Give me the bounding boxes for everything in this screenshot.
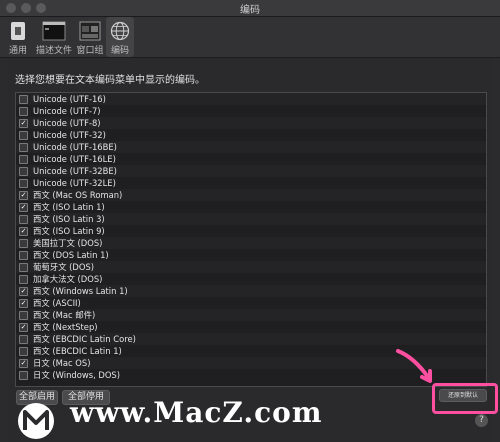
tab-window-groups[interactable]: 窗口组 bbox=[76, 17, 104, 57]
list-item[interactable]: 葡萄牙文 (DOS) bbox=[16, 261, 486, 273]
list-item[interactable]: Unicode (UTF-32LE) bbox=[16, 177, 486, 189]
encoding-label: Unicode (UTF-8) bbox=[33, 118, 101, 128]
arrow-annotation-icon bbox=[396, 349, 432, 383]
tab-encodings-label: 编码 bbox=[110, 46, 129, 56]
encoding-label: 西文 (EBCDIC Latin Core) bbox=[33, 334, 136, 344]
encoding-label: Unicode (UTF-32) bbox=[33, 130, 106, 140]
encoding-checkbox[interactable]: ✓ bbox=[19, 203, 28, 212]
encoding-checkbox[interactable] bbox=[19, 263, 28, 272]
list-item[interactable]: Unicode (UTF-7) bbox=[16, 105, 486, 117]
encoding-label: 日文 (Windows, DOS) bbox=[33, 370, 121, 380]
encoding-checkbox[interactable]: ✓ bbox=[19, 287, 28, 296]
encoding-label: 西文 (EBCDIC Latin 1) bbox=[33, 346, 122, 356]
encoding-checkbox[interactable] bbox=[19, 311, 28, 320]
list-item[interactable]: Unicode (UTF-16LE) bbox=[16, 153, 486, 165]
encoding-label: 美国拉丁文 (DOS) bbox=[33, 238, 103, 248]
tab-general-label: 通用 bbox=[8, 46, 27, 56]
encoding-checkbox[interactable] bbox=[19, 107, 28, 116]
tab-window-groups-label: 窗口组 bbox=[76, 46, 104, 56]
list-item[interactable]: 美国拉丁文 (DOS) bbox=[16, 237, 486, 249]
encoding-checkbox[interactable]: ✓ bbox=[19, 299, 28, 308]
list-item[interactable]: 西文 (ISO Latin 3) bbox=[16, 213, 486, 225]
encoding-label: 加拿大法文 (DOS) bbox=[33, 274, 103, 284]
encoding-checkbox[interactable] bbox=[19, 131, 28, 140]
encoding-checkbox[interactable] bbox=[19, 167, 28, 176]
encoding-checkbox[interactable] bbox=[19, 143, 28, 152]
encoding-label: 西文 (NextStep) bbox=[33, 322, 98, 332]
globe-icon bbox=[110, 21, 130, 41]
help-button[interactable]: ? bbox=[475, 414, 488, 427]
encoding-checkbox[interactable] bbox=[19, 95, 28, 104]
encoding-label: 日文 (Mac OS) bbox=[33, 358, 91, 368]
encoding-checkbox[interactable]: ✓ bbox=[19, 191, 28, 200]
encoding-label: Unicode (UTF-7) bbox=[33, 106, 101, 116]
encoding-label: Unicode (UTF-16BE) bbox=[33, 142, 117, 152]
encoding-checkbox[interactable] bbox=[19, 335, 28, 344]
encoding-label: 西文 (Mac 邮件) bbox=[33, 310, 96, 320]
list-item[interactable]: ✓ 西文 (ISO Latin 9) bbox=[16, 225, 486, 237]
encoding-checkbox[interactable]: ✓ bbox=[19, 119, 28, 128]
encoding-label: 西文 (ISO Latin 1) bbox=[33, 202, 105, 212]
list-item[interactable]: ✓ 西文 (NextStep) bbox=[16, 321, 486, 333]
encoding-checkbox[interactable] bbox=[19, 371, 28, 380]
encoding-checkbox[interactable] bbox=[19, 179, 28, 188]
encoding-checkbox[interactable] bbox=[19, 215, 28, 224]
tab-profiles[interactable]: 描述文件 bbox=[34, 17, 74, 57]
switch-icon bbox=[11, 22, 25, 40]
encoding-checkbox[interactable]: ✓ bbox=[19, 359, 28, 368]
list-item[interactable]: 加拿大法文 (DOS) bbox=[16, 273, 486, 285]
encoding-label: 西文 (Windows Latin 1) bbox=[33, 286, 128, 296]
list-item[interactable]: 西文 (DOS Latin 1) bbox=[16, 249, 486, 261]
list-item[interactable]: Unicode (UTF-16) bbox=[16, 93, 486, 105]
list-item[interactable]: Unicode (UTF-32) bbox=[16, 129, 486, 141]
encoding-checkbox[interactable] bbox=[19, 275, 28, 284]
encoding-checkbox[interactable]: ✓ bbox=[19, 323, 28, 332]
window-title: 编码 bbox=[240, 5, 260, 16]
encoding-label: 西文 (ISO Latin 3) bbox=[33, 214, 105, 224]
list-item[interactable]: ✓ 西文 (ISO Latin 1) bbox=[16, 201, 486, 213]
list-item[interactable]: ✓ 西文 (Mac OS Roman) bbox=[16, 189, 486, 201]
tab-profiles-label: 描述文件 bbox=[35, 46, 72, 56]
list-item[interactable]: 西文 (Mac 邮件) bbox=[16, 309, 486, 321]
list-item[interactable]: ✓ Unicode (UTF-8) bbox=[16, 117, 486, 129]
encoding-checkbox[interactable]: ✓ bbox=[19, 227, 28, 236]
encoding-checkbox[interactable] bbox=[19, 239, 28, 248]
list-item[interactable]: ✓ 西文 (ASCII) bbox=[16, 297, 486, 309]
list-item[interactable]: 西文 (EBCDIC Latin Core) bbox=[16, 333, 486, 345]
macz-logo-icon bbox=[18, 403, 54, 439]
list-item[interactable]: Unicode (UTF-16BE) bbox=[16, 141, 486, 153]
encoding-checkbox[interactable] bbox=[19, 347, 28, 356]
title-bar: 编码 bbox=[0, 0, 500, 17]
encoding-label: 西文 (DOS Latin 1) bbox=[33, 250, 109, 260]
profile-icon bbox=[42, 21, 66, 41]
encodings-prompt: 选择您想要在文本编码菜单中显示的编码。 bbox=[15, 75, 205, 86]
preferences-toolbar: 通用 描述文件 窗口组 编码 bbox=[0, 17, 500, 58]
encoding-label: Unicode (UTF-32LE) bbox=[33, 178, 116, 188]
encoding-label: 西文 (ISO Latin 9) bbox=[33, 226, 105, 236]
encoding-label: Unicode (UTF-32BE) bbox=[33, 166, 117, 176]
highlight-annotation bbox=[432, 383, 498, 414]
encoding-label: 西文 (Mac OS Roman) bbox=[33, 190, 123, 200]
tab-general[interactable]: 通用 bbox=[4, 17, 32, 57]
encoding-label: 西文 (ASCII) bbox=[33, 298, 81, 308]
list-item[interactable]: ✓ 西文 (Windows Latin 1) bbox=[16, 285, 486, 297]
window-group-icon bbox=[79, 21, 101, 41]
encoding-checkbox[interactable] bbox=[19, 251, 28, 260]
watermark-text: www.MacZ.com bbox=[70, 396, 323, 429]
encoding-checkbox[interactable] bbox=[19, 155, 28, 164]
encodings-list[interactable]: Unicode (UTF-16) Unicode (UTF-7) ✓ Unicode … bbox=[15, 92, 487, 387]
encoding-label: Unicode (UTF-16) bbox=[33, 94, 106, 104]
list-item[interactable]: Unicode (UTF-32BE) bbox=[16, 165, 486, 177]
encoding-label: Unicode (UTF-16LE) bbox=[33, 154, 116, 164]
encoding-label: 葡萄牙文 (DOS) bbox=[33, 262, 95, 272]
tab-encodings[interactable]: 编码 bbox=[106, 17, 134, 57]
